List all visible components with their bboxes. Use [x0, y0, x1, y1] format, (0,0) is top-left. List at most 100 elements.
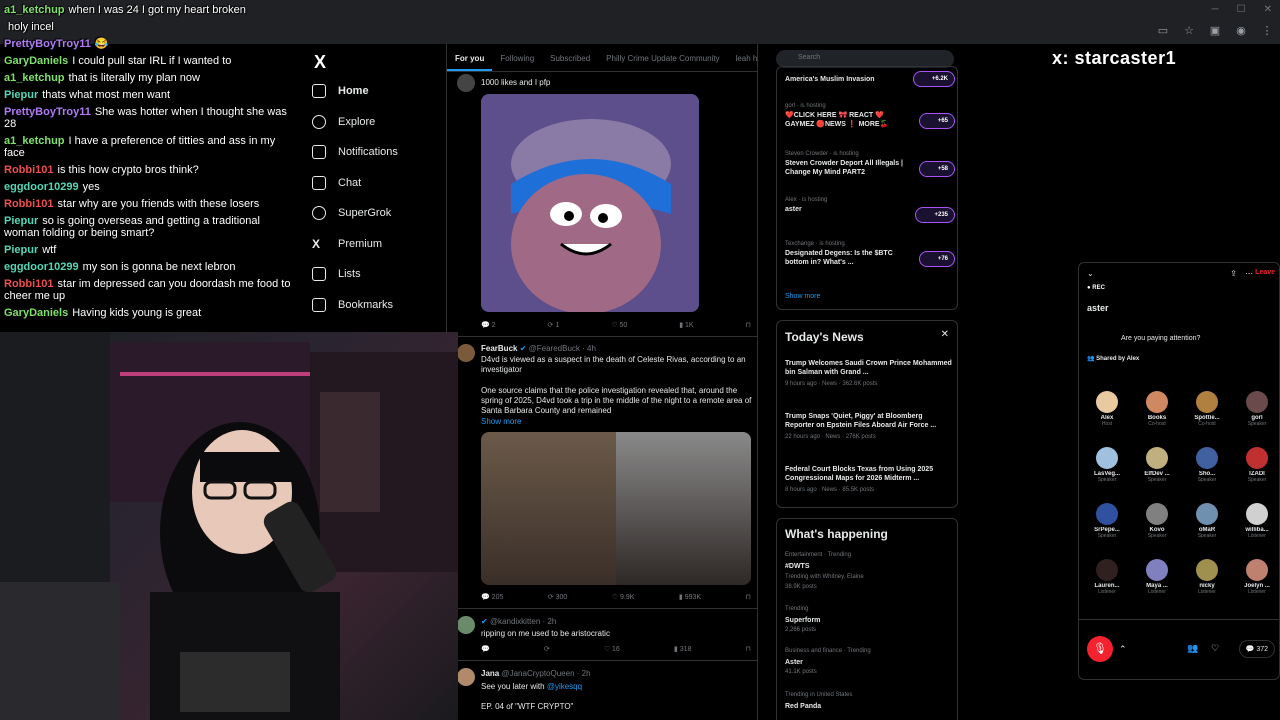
tab-philly-crime[interactable]: Philly Crime Update Community	[598, 44, 727, 71]
author-handle[interactable]: @JanaCryptoQueen · 2h	[501, 669, 590, 678]
tab-for-you[interactable]: For you	[447, 44, 493, 71]
avatar[interactable]	[457, 616, 475, 634]
space-item[interactable]: gorl · is hosting ❤️CLICK HERE 🎀 REACT ❤…	[785, 103, 955, 129]
show-more-link[interactable]: Show more	[481, 417, 521, 427]
space-item[interactable]: Steven Crowder · is hosting Steven Crowd…	[785, 151, 955, 177]
chat-username[interactable]: eggdoor10299	[4, 261, 79, 273]
space-participant[interactable]: gorl Speaker	[1235, 391, 1279, 427]
show-more-link[interactable]: Show more	[785, 293, 955, 300]
mic-muted-button[interactable]: 🎙	[1087, 636, 1113, 662]
tab-subscribed[interactable]: Subscribed	[542, 44, 598, 71]
nav-home[interactable]: Home	[312, 84, 369, 98]
chat-username[interactable]: eggdoor10299	[4, 181, 79, 193]
nav-notifications[interactable]: Notifications	[312, 145, 398, 159]
space-participant[interactable]: ElfDev ... Speaker	[1135, 447, 1179, 483]
author-name[interactable]: FearBuck	[481, 344, 517, 353]
close-icon[interactable]: ✕	[1264, 4, 1272, 15]
avatar[interactable]	[457, 668, 475, 686]
space-participant[interactable]: Alex Host	[1085, 391, 1129, 427]
nav-premium[interactable]: X Premium	[312, 237, 382, 251]
chat-username[interactable]: Robbi101	[4, 164, 54, 176]
space-participant[interactable]: Sho... Speaker	[1185, 447, 1229, 483]
close-icon[interactable]: ✕	[941, 329, 949, 340]
reply-button[interactable]: 💬 205	[481, 593, 503, 601]
tab-leah[interactable]: leah h	[728, 44, 757, 71]
like-button[interactable]: ♡ 16	[604, 645, 620, 653]
author-handle[interactable]: @kandixkitten · 2h	[490, 617, 556, 626]
avatar[interactable]	[457, 344, 475, 362]
x-logo[interactable]: X	[314, 52, 326, 73]
mention-link[interactable]: @yikesqq	[547, 682, 582, 691]
comment-count-button[interactable]: 💬 372	[1238, 640, 1275, 658]
space-item[interactable]: Alex · is hosting aster +235	[785, 197, 955, 223]
views-button[interactable]: ▮ 318	[674, 645, 691, 653]
post-image-cartoon[interactable]	[481, 94, 699, 312]
repost-button[interactable]: ⟳	[544, 645, 550, 653]
bookmark-icon[interactable]: ⊓	[746, 593, 751, 601]
space-item[interactable]: America's Muslim Invasion +6.2K	[785, 71, 955, 87]
chat-username[interactable]: PrettyBoyTroy11	[4, 38, 91, 50]
chat-username[interactable]: Robbi101	[4, 278, 54, 290]
chat-username[interactable]: Piepur	[4, 89, 38, 101]
views-button[interactable]: ▮ 993K	[679, 593, 701, 601]
space-participant[interactable]: Spottie... Co-host	[1185, 391, 1229, 427]
bookmark-icon[interactable]: ⊓	[746, 321, 751, 329]
space-participant[interactable]: williba... Listener	[1235, 503, 1279, 539]
space-participant[interactable]: oMaR Speaker	[1185, 503, 1229, 539]
news-item[interactable]: Trump Snaps 'Quiet, Piggy' at Bloomberg …	[785, 412, 953, 442]
minimize-icon[interactable]: ─	[1212, 4, 1219, 15]
space-participant[interactable]: Joelyn ... Listener	[1235, 559, 1279, 595]
repost-button[interactable]: ⟳ 1	[548, 321, 560, 329]
chevron-up-icon[interactable]: ⌃	[1119, 644, 1127, 655]
extension-icon[interactable]: ▣	[1208, 24, 1222, 38]
nav-chat[interactable]: Chat	[312, 176, 361, 190]
like-button[interactable]: ♡ 9.9K	[612, 593, 635, 601]
reply-button[interactable]: 💬	[481, 645, 490, 653]
chat-username[interactable]: Robbi101	[4, 198, 54, 210]
nav-lists[interactable]: Lists	[312, 267, 361, 281]
trend-item[interactable]: Business and finance · Trending Aster 41…	[785, 647, 953, 677]
space-participant[interactable]: SrPepe... Speaker	[1085, 503, 1129, 539]
chat-username[interactable]: GaryDaniels	[4, 55, 68, 67]
chat-username[interactable]: Piepur	[4, 244, 38, 256]
space-count[interactable]: +76	[918, 251, 955, 267]
reply-button[interactable]: 💬 2	[481, 321, 496, 329]
space-participant[interactable]: Maya ... Listener	[1135, 559, 1179, 595]
nav-explore[interactable]: Explore	[312, 115, 375, 129]
bookmark-icon[interactable]: ⊓	[745, 645, 750, 653]
leave-button[interactable]: Leave	[1255, 269, 1275, 276]
nav-bookmarks[interactable]: Bookmarks	[312, 298, 393, 312]
trend-item[interactable]: Entertainment · Trending #DWTS Trending …	[785, 551, 953, 592]
space-participant[interactable]: Lauren... Listener	[1085, 559, 1129, 595]
space-item[interactable]: Texchange · is hosting Designated Degens…	[785, 241, 955, 267]
space-count[interactable]: +235	[915, 207, 955, 223]
space-participant[interactable]: nicky Listener	[1185, 559, 1229, 595]
trend-item[interactable]: Trending Superform 2,266 posts	[785, 605, 953, 635]
repost-button[interactable]: ⟳ 300	[548, 593, 568, 601]
avatar[interactable]	[457, 74, 475, 92]
profile-icon[interactable]: ◉	[1234, 24, 1248, 38]
maximize-icon[interactable]: ☐	[1237, 4, 1246, 15]
nav-supergrok[interactable]: SuperGrok	[312, 206, 391, 220]
chat-username[interactable]: a1_ketchup	[4, 4, 65, 16]
space-count[interactable]: +58	[918, 161, 955, 177]
news-item[interactable]: Federal Court Blocks Texas from Using 20…	[785, 465, 953, 495]
collapse-icon[interactable]: ⌄	[1087, 269, 1094, 278]
space-participant[interactable]: IZADI Speaker	[1235, 447, 1279, 483]
space-participant[interactable]: Kovo Speaker	[1135, 503, 1179, 539]
post-image-photos[interactable]	[481, 432, 751, 585]
share-icon[interactable]: ⇪	[1230, 269, 1237, 278]
author-name[interactable]: Jana	[481, 669, 499, 678]
news-item[interactable]: Trump Welcomes Saudi Crown Prince Mohamm…	[785, 359, 953, 389]
trend-item[interactable]: Trending in United States Red Panda	[785, 691, 953, 711]
chat-username[interactable]: PrettyBoyTroy11	[4, 106, 91, 118]
space-count[interactable]: +65	[918, 113, 955, 129]
views-button[interactable]: ▮ 1K	[679, 321, 693, 329]
chat-username[interactable]: GaryDaniels	[4, 307, 68, 319]
cast-icon[interactable]: ▭	[1156, 24, 1170, 38]
like-button[interactable]: ♡ 50	[611, 321, 627, 329]
bookmark-star-icon[interactable]: ☆	[1182, 24, 1196, 38]
space-count[interactable]: +6.2K	[912, 71, 955, 87]
heart-icon[interactable]: ♡	[1211, 643, 1219, 654]
tab-following[interactable]: Following	[492, 44, 542, 71]
